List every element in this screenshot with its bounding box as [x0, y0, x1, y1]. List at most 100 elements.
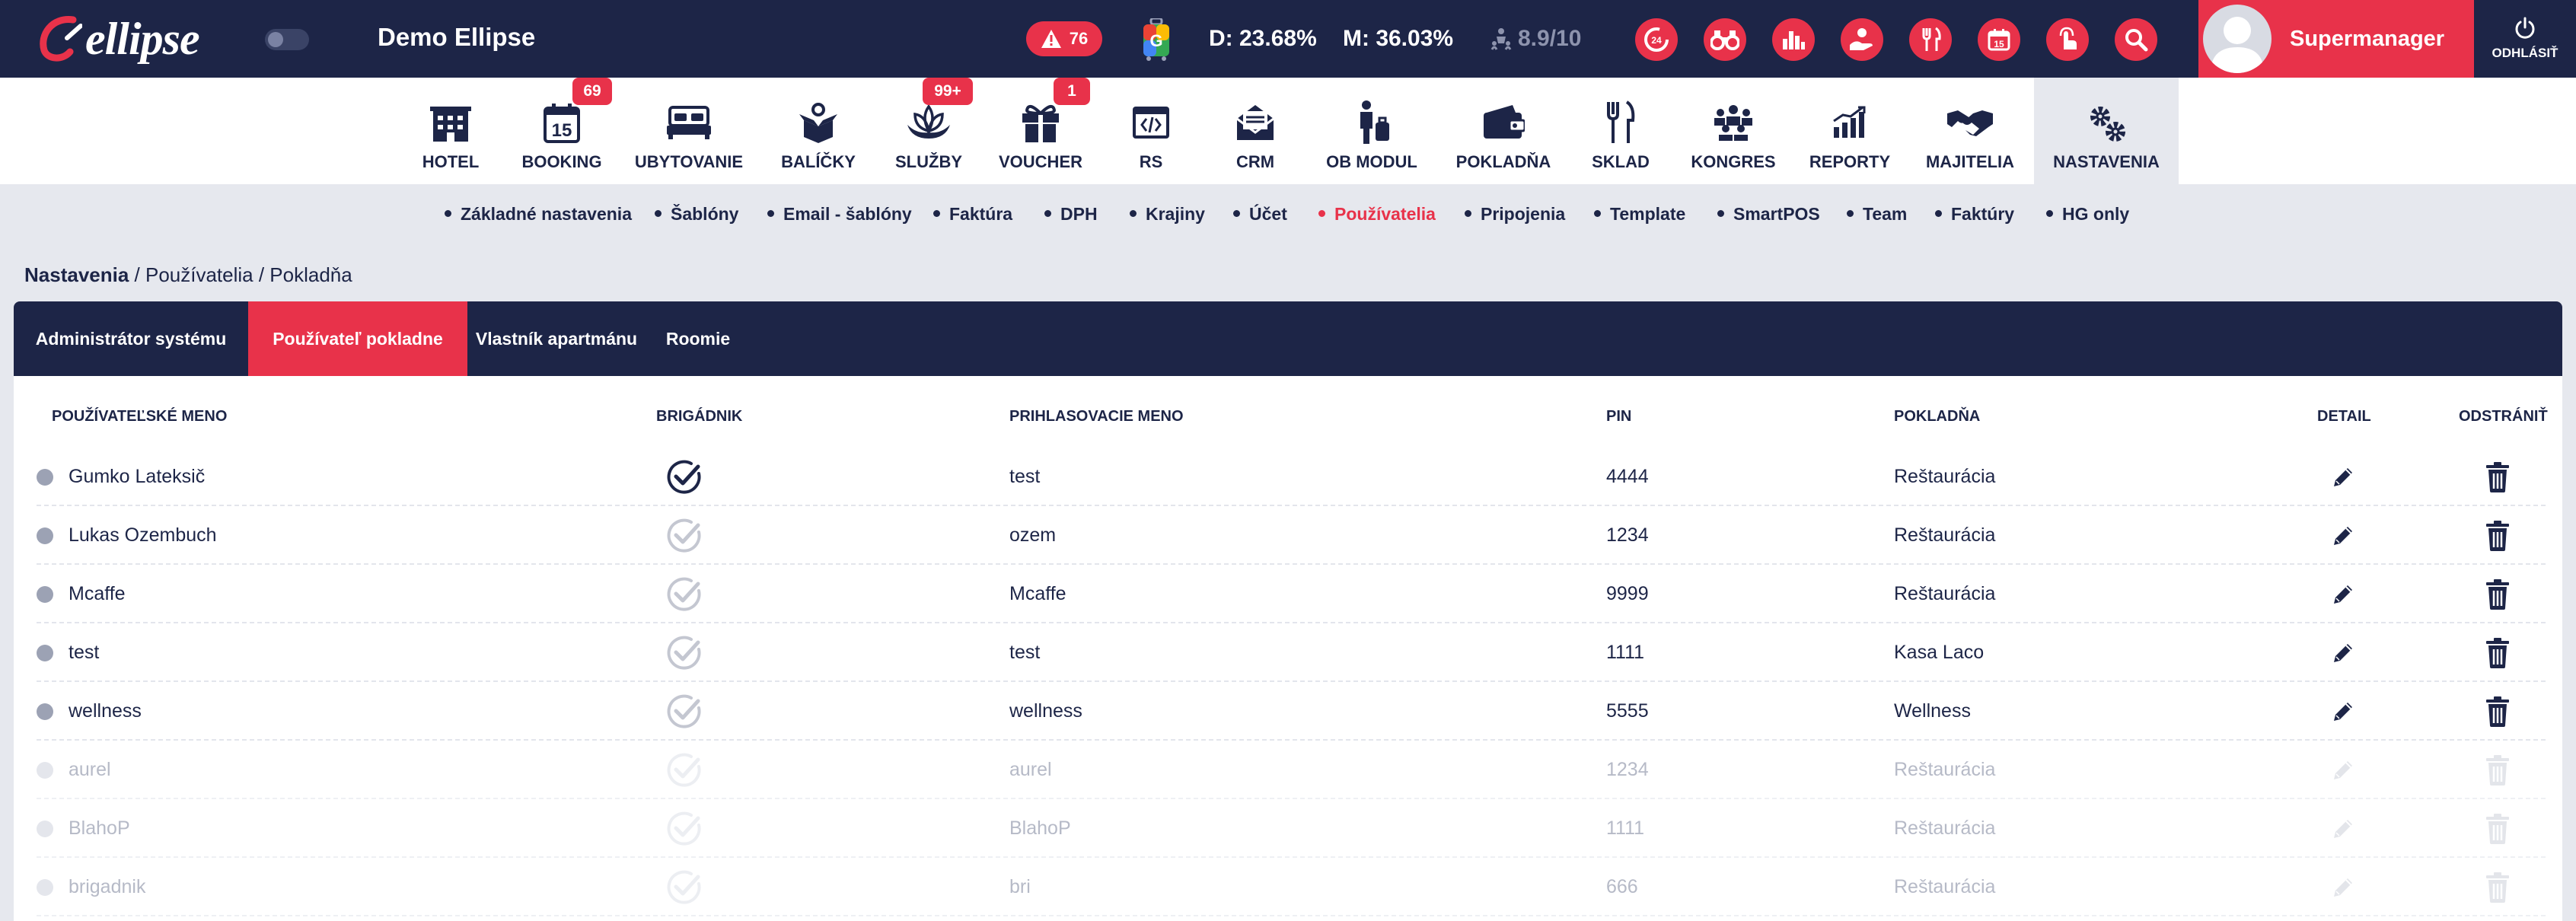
username-cell: aurel	[37, 741, 111, 799]
users-card: Administrátor systému Používateľ pokladn…	[14, 301, 2562, 921]
module-reporty[interactable]: REPORTY	[1809, 78, 1891, 184]
pencil-icon	[2334, 585, 2352, 604]
column-header-detail: DETAIL	[2317, 408, 2371, 425]
brigadnik-cell[interactable]	[665, 682, 703, 741]
occupancy-month: M: 36.03%	[1343, 26, 1454, 51]
brigadnik-cell[interactable]	[665, 448, 703, 506]
delete-button[interactable]	[2486, 506, 2509, 565]
subnav-pripojenia[interactable]: Pripojenia	[1465, 204, 1565, 225]
subnav-zakladne-nastavenia[interactable]: Základné nastavenia	[445, 204, 632, 225]
delete-button[interactable]	[2486, 799, 2509, 858]
edit-button[interactable]	[2331, 682, 2355, 741]
module-ubytovanie[interactable]: UBYTOVANIE	[632, 78, 746, 184]
finger-touch-icon[interactable]	[2046, 18, 2089, 61]
top-bar: ellipse Demo Ellipse 76 G D: 23.68% M: 3…	[0, 0, 2576, 78]
delete-button[interactable]	[2486, 448, 2509, 506]
binoculars-icon[interactable]	[1704, 18, 1746, 61]
subnav-template[interactable]: Template	[1594, 204, 1685, 225]
subnav-hg-only[interactable]: HG only	[2046, 204, 2129, 225]
module-crm[interactable]: CRM	[1221, 78, 1290, 184]
gift-icon	[1022, 104, 1059, 142]
column-header-brigadnik: BRIGÁDNIK	[656, 408, 743, 425]
user-menu[interactable]: Supermanager	[2198, 0, 2474, 78]
pencil-icon	[2334, 878, 2352, 897]
pencil-icon	[2334, 819, 2352, 838]
pin-cell: 1111	[1606, 817, 1645, 839]
module-rs[interactable]: RS	[1119, 78, 1183, 184]
edit-button[interactable]	[2331, 799, 2355, 858]
tab-roomie[interactable]: Roomie	[646, 301, 751, 376]
subnav-smartpos[interactable]: SmartPOS	[1717, 204, 1820, 225]
delete-button[interactable]	[2486, 623, 2509, 682]
brigadnik-cell[interactable]	[665, 506, 703, 565]
edit-button[interactable]	[2331, 858, 2355, 916]
power-icon	[2515, 17, 2535, 39]
subnav-team[interactable]: Team	[1847, 204, 1907, 225]
tab-vlastnik-apartmanu[interactable]: Vlastník apartmánu	[467, 301, 646, 376]
edit-button[interactable]	[2331, 506, 2355, 565]
subnav-pouzivatelia[interactable]: Používatelia	[1318, 204, 1436, 225]
module-pokladna[interactable]: POKLADŇA	[1454, 78, 1553, 184]
subnav-sablony[interactable]: Šablóny	[655, 204, 738, 225]
subnav-dph[interactable]: DPH	[1044, 204, 1098, 225]
subnav-faktury[interactable]: Faktúry	[1935, 204, 2014, 225]
google-luggage-icon[interactable]: G	[1142, 17, 1171, 65]
code-window-icon	[1133, 107, 1169, 139]
edit-button[interactable]	[2331, 565, 2355, 623]
username-cell: wellness	[37, 682, 142, 741]
edit-button[interactable]	[2331, 741, 2355, 799]
calendar-icon[interactable]: 15	[1978, 18, 2020, 61]
login-cell: test	[1009, 642, 1041, 663]
delete-button[interactable]	[2486, 858, 2509, 916]
module-ob-modul[interactable]: OB MODUL	[1325, 78, 1419, 184]
check-circle-icon	[667, 518, 701, 553]
subnav-ucet[interactable]: Účet	[1233, 204, 1287, 225]
delete-button[interactable]	[2486, 565, 2509, 623]
username-cell: brigadnik	[37, 858, 145, 916]
bar-chart-icon[interactable]	[1772, 18, 1815, 61]
module-hotel[interactable]: HOTEL	[410, 78, 492, 184]
module-balicky[interactable]: BALÍČKY	[776, 78, 860, 184]
mode-toggle[interactable]	[265, 29, 309, 50]
module-kongres[interactable]: KONGRES	[1690, 78, 1777, 184]
svg-text:24: 24	[1651, 35, 1662, 46]
brigadnik-cell[interactable]	[665, 565, 703, 623]
tab-administrator-systemu[interactable]: Administrátor systému	[14, 301, 248, 376]
brigadnik-cell[interactable]	[665, 799, 703, 858]
ellipse-logo[interactable]: ellipse	[37, 11, 200, 67]
occupancy-day: D: 23.68%	[1209, 26, 1317, 51]
cutlery-icon[interactable]	[1909, 18, 1952, 61]
brigadnik-cell[interactable]	[665, 858, 703, 916]
username: Gumko Lateksič	[69, 466, 206, 487]
bed-icon	[667, 106, 711, 139]
edit-button[interactable]	[2331, 623, 2355, 682]
hand-coins-icon[interactable]	[1841, 18, 1883, 61]
search-icon[interactable]	[2115, 18, 2157, 61]
status-dot	[37, 644, 53, 661]
clock-24-icon[interactable]: 24	[1635, 18, 1678, 61]
status-dot	[37, 761, 53, 779]
check-circle-icon	[667, 811, 701, 846]
trash-icon	[2486, 637, 2509, 668]
brigadnik-cell[interactable]	[665, 741, 703, 799]
pokladna-cell: Reštaurácia	[1894, 524, 1996, 546]
breadcrumb-root[interactable]: Nastavenia	[24, 263, 129, 286]
subnav-faktura[interactable]: Faktúra	[933, 204, 1012, 225]
module-sklad[interactable]: SKLAD	[1583, 78, 1658, 184]
table-row: Lukas Ozembuch ozem 1234 Reštaurácia	[37, 506, 2546, 565]
login-cell: Mcaffe	[1009, 583, 1066, 604]
brigadnik-cell[interactable]	[665, 623, 703, 682]
alerts-button[interactable]: 76	[1026, 21, 1102, 56]
subnav-email-sablony[interactable]: Email - šablóny	[767, 204, 912, 225]
check-circle-icon	[667, 636, 701, 670]
module-nastavenia[interactable]: NASTAVENIA	[2034, 78, 2179, 184]
tab-pouzivatel-pokladne[interactable]: Používateľ pokladne	[248, 301, 467, 376]
module-majitelia[interactable]: MAJITELIA	[1926, 78, 2014, 184]
logout-button[interactable]: ODHLÁSIŤ	[2474, 0, 2576, 78]
edit-button[interactable]	[2331, 448, 2355, 506]
subnav-krajiny[interactable]: Krajiny	[1130, 204, 1205, 225]
traveler-icon	[1360, 100, 1389, 144]
delete-button[interactable]	[2486, 741, 2509, 799]
logo-text: ellipse	[85, 13, 200, 64]
delete-button[interactable]	[2486, 682, 2509, 741]
